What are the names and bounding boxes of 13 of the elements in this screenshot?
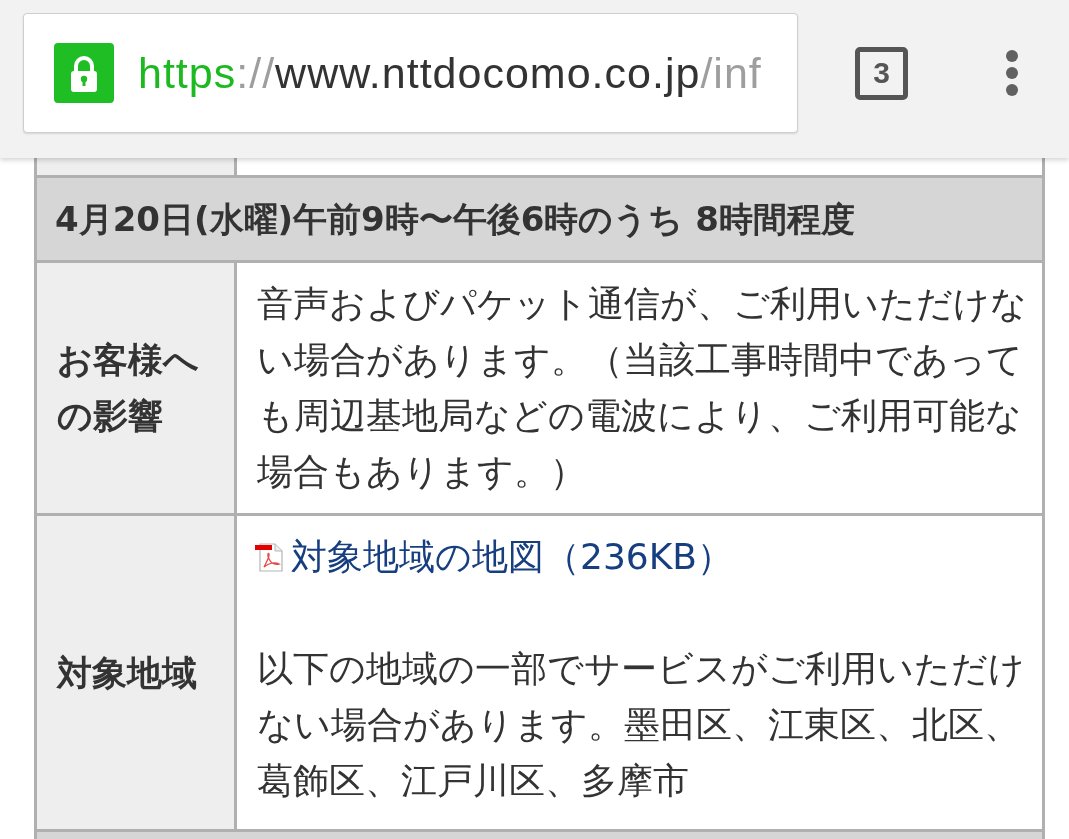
row-label: 対象地域 [57, 651, 198, 695]
header-text: 4月20日(水曜)午前9時〜午後6時のうち 8時間程度 [55, 197, 855, 241]
tab-count-button[interactable]: 3 [855, 46, 908, 100]
map-pdf-link[interactable]: 対象地域の地図（236KB） [291, 529, 734, 585]
more-menu-icon [1005, 49, 1019, 97]
cell-text: 音声およびパケット通信が、ご利用いただけない場合があります。（当該工事時間中であっても周辺基地局などの電波により、ご利用可能な場合もあります。） [257, 282, 1028, 494]
lock-icon [54, 43, 114, 103]
row-label: お客様への影響 [57, 339, 200, 438]
cell-text: 以下の地域の一部でサービスがご利用いただけない場合があります。墨田区、江東区、北区、葛飾区、江戸川区、多摩市 [257, 647, 1026, 803]
address-bar[interactable]: https://www.nttdocomo.co.jp/inf [23, 13, 798, 133]
url-text: https://www.nttdocomo.co.jp/inf [138, 51, 762, 95]
more-menu-button[interactable] [1005, 49, 1019, 97]
pdf-file-icon [255, 542, 285, 572]
